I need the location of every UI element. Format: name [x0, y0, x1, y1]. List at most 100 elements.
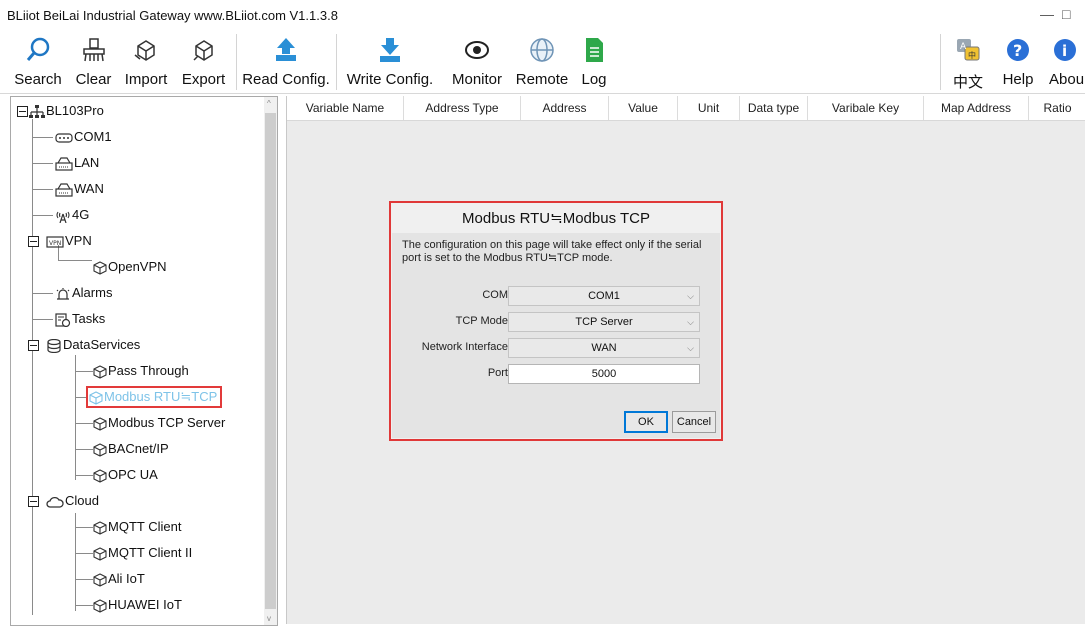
- tree-item-4g[interactable]: 4G: [55, 206, 89, 224]
- dataservices-collapse-toggle[interactable]: [28, 340, 39, 351]
- tree-item-bacnet[interactable]: BACnet/IP: [93, 440, 169, 458]
- cube-icon: [93, 364, 107, 379]
- tree-item-opcua[interactable]: OPC UA: [93, 466, 158, 484]
- globe-icon: [530, 38, 554, 62]
- vpn-icon: VPN: [46, 235, 64, 248]
- import-box-icon: [134, 40, 155, 61]
- search-button[interactable]: Search: [12, 30, 64, 93]
- cube-icon: [93, 468, 107, 483]
- dialog-body: The configuration on this page will take…: [392, 233, 720, 438]
- about-button[interactable]: i Abou: [1044, 30, 1085, 93]
- toolbar: Search Clear Import Export Read Config. …: [0, 30, 1085, 94]
- column-header[interactable]: Data type: [740, 96, 808, 120]
- info-icon: i: [1053, 39, 1076, 61]
- tree-item-cloud[interactable]: Cloud: [46, 492, 99, 510]
- chevron-down-icon: ⌵: [687, 291, 694, 301]
- device-tree[interactable]: BL103Pro COM1 LAN WAN 4G VPN VPN OpenVPN …: [10, 96, 278, 626]
- tree-item-modbus-tcp-server[interactable]: Modbus TCP Server: [93, 414, 225, 432]
- tree-item-modbus-rtu-tcp[interactable]: Modbus RTU≒TCP: [86, 386, 223, 408]
- svg-text:VPN: VPN: [49, 240, 61, 247]
- scroll-up-icon[interactable]: ^: [267, 99, 271, 108]
- scrollbar-thumb[interactable]: [265, 113, 276, 609]
- tree-item-lan[interactable]: LAN: [55, 154, 99, 172]
- upload-arrow-icon: [276, 38, 296, 61]
- column-header[interactable]: Address: [521, 96, 609, 120]
- window-title: BLiiot BeiLai Industrial Gateway www.BLi…: [7, 8, 338, 23]
- tree-item-mqtt-client-ii[interactable]: MQTT Client II: [93, 544, 192, 562]
- help-button[interactable]: ? Help: [997, 30, 1039, 93]
- cube-icon: [93, 572, 107, 587]
- cube-icon: [93, 442, 107, 457]
- cloud-icon: [46, 496, 64, 508]
- cancel-button[interactable]: Cancel: [672, 411, 716, 433]
- maximize-icon[interactable]: □: [1062, 6, 1070, 22]
- cube-icon: [89, 390, 103, 405]
- port-input[interactable]: 5000: [508, 364, 700, 384]
- column-header[interactable]: Unit: [678, 96, 740, 120]
- column-header[interactable]: Map Address: [924, 96, 1029, 120]
- read-config-button[interactable]: Read Config.: [238, 30, 334, 93]
- column-header[interactable]: Address Type: [404, 96, 521, 120]
- column-header[interactable]: Ratio: [1029, 96, 1085, 120]
- svg-text:中: 中: [968, 50, 976, 60]
- minimize-icon[interactable]: —: [1040, 6, 1054, 22]
- router-icon: [55, 182, 73, 197]
- task-clock-icon: [55, 312, 71, 327]
- modbus-dialog: Modbus RTU≒Modbus TCP The configuration …: [389, 201, 723, 441]
- tree-item-com1[interactable]: COM1: [55, 128, 112, 146]
- log-button[interactable]: Log: [578, 30, 610, 93]
- column-header[interactable]: Varibale Key: [808, 96, 924, 120]
- clear-button[interactable]: Clear: [71, 30, 116, 93]
- translate-icon: A中: [957, 39, 980, 61]
- tcp-mode-row: TCP Mode TCP Server ⌵: [392, 312, 720, 332]
- cube-icon: [93, 260, 107, 275]
- document-icon: [586, 38, 603, 62]
- tree-item-openvpn[interactable]: OpenVPN: [93, 258, 167, 276]
- remote-button[interactable]: Remote: [512, 30, 572, 93]
- search-icon: [26, 37, 50, 61]
- export-button[interactable]: Export: [177, 30, 230, 93]
- tree-item-mqtt-client[interactable]: MQTT Client: [93, 518, 181, 536]
- dialog-title: Modbus RTU≒Modbus TCP: [462, 210, 650, 227]
- tree-root[interactable]: BL103Pro: [29, 102, 104, 120]
- question-icon: ?: [1007, 39, 1029, 61]
- tree-item-alarms[interactable]: Alarms: [55, 284, 112, 302]
- column-header[interactable]: Variable Name: [287, 96, 404, 120]
- tree-item-tasks[interactable]: Tasks: [55, 310, 105, 328]
- monitor-button[interactable]: Monitor: [445, 30, 509, 93]
- tree-item-wan[interactable]: WAN: [55, 180, 104, 198]
- cube-icon: [93, 598, 107, 613]
- title-bar: BLiiot BeiLai Industrial Gateway www.BLi…: [0, 0, 1085, 30]
- antenna-icon: [56, 211, 70, 223]
- com-select[interactable]: COM1 ⌵: [508, 286, 700, 306]
- tree-item-vpn[interactable]: VPN VPN: [46, 232, 92, 250]
- tcp-mode-select[interactable]: TCP Server ⌵: [508, 312, 700, 332]
- ok-button[interactable]: OK: [624, 411, 668, 433]
- tree-item-huawei-iot[interactable]: HUAWEI IoT: [93, 596, 182, 614]
- column-header[interactable]: Value: [609, 96, 678, 120]
- com-label: COM: [482, 289, 508, 301]
- com-row: COM COM1 ⌵: [392, 286, 720, 306]
- chevron-down-icon: ⌵: [687, 343, 694, 353]
- root-collapse-toggle[interactable]: [17, 106, 28, 117]
- router-icon: [55, 156, 73, 171]
- tcp-mode-label: TCP Mode: [455, 315, 508, 327]
- import-button[interactable]: Import: [121, 30, 171, 93]
- network-interface-select[interactable]: WAN ⌵: [508, 338, 700, 358]
- write-config-button[interactable]: Write Config.: [340, 30, 440, 93]
- tree-scrollbar[interactable]: ^ v: [264, 97, 277, 625]
- vpn-collapse-toggle[interactable]: [28, 236, 39, 247]
- download-arrow-icon: [380, 38, 400, 62]
- cloud-collapse-toggle[interactable]: [28, 496, 39, 507]
- serial-port-icon: [55, 132, 73, 143]
- cube-icon: [93, 416, 107, 431]
- language-button[interactable]: A中 中文: [948, 30, 988, 93]
- tree-item-ali-iot[interactable]: Ali IoT: [93, 570, 145, 588]
- tree-item-pass-through[interactable]: Pass Through: [93, 362, 189, 380]
- svg-text:?: ?: [1013, 41, 1022, 60]
- scroll-down-icon[interactable]: v: [267, 614, 271, 623]
- chevron-down-icon: ⌵: [687, 317, 694, 327]
- tree-item-dataservices[interactable]: DataServices: [46, 336, 140, 354]
- database-icon: [47, 338, 61, 353]
- svg-text:i: i: [1062, 42, 1067, 60]
